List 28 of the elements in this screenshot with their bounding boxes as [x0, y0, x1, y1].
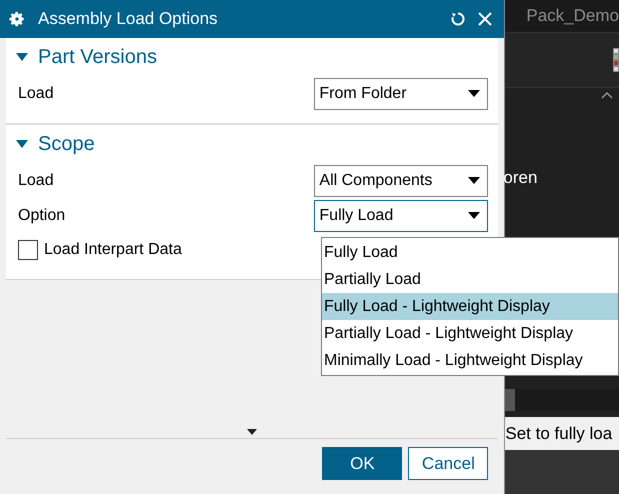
- settings-icon[interactable]: [8, 10, 26, 28]
- collapse-icon[interactable]: [16, 140, 28, 148]
- scrollbar-thumb[interactable]: [505, 389, 516, 411]
- body-text: oren: [503, 167, 538, 189]
- window-title: Assembly Load Options: [38, 8, 218, 30]
- section-title[interactable]: Part Versions: [38, 42, 157, 72]
- caret-icon: [468, 90, 480, 97]
- status-text: Set to fully loa: [505, 422, 612, 445]
- section-title[interactable]: Scope: [38, 129, 95, 159]
- checkbox[interactable]: [18, 240, 38, 260]
- field-label: Load: [18, 84, 55, 104]
- caret-icon: [468, 212, 480, 219]
- dropdown-option[interactable]: Fully Load - Lightweight Display: [322, 293, 618, 320]
- dropdown[interactable]: All Components: [314, 164, 488, 196]
- collapse-icon[interactable]: [601, 92, 613, 99]
- reset-icon[interactable]: [450, 11, 466, 27]
- close-icon[interactable]: [478, 12, 492, 26]
- ok-button[interactable]: OK: [322, 447, 402, 480]
- expand-icon[interactable]: [247, 429, 258, 435]
- cancel-button[interactable]: Cancel: [408, 447, 488, 480]
- field-label: Load: [18, 170, 55, 190]
- dropdown[interactable]: Fully Load: [314, 200, 488, 232]
- caret-icon: [468, 177, 480, 184]
- collapse-icon[interactable]: [16, 53, 28, 61]
- dropdown[interactable]: From Folder: [314, 78, 488, 110]
- checkbox-label: Load Interpart Data: [44, 240, 182, 260]
- field-label: Option: [18, 206, 66, 226]
- legend-icon: [613, 48, 619, 72]
